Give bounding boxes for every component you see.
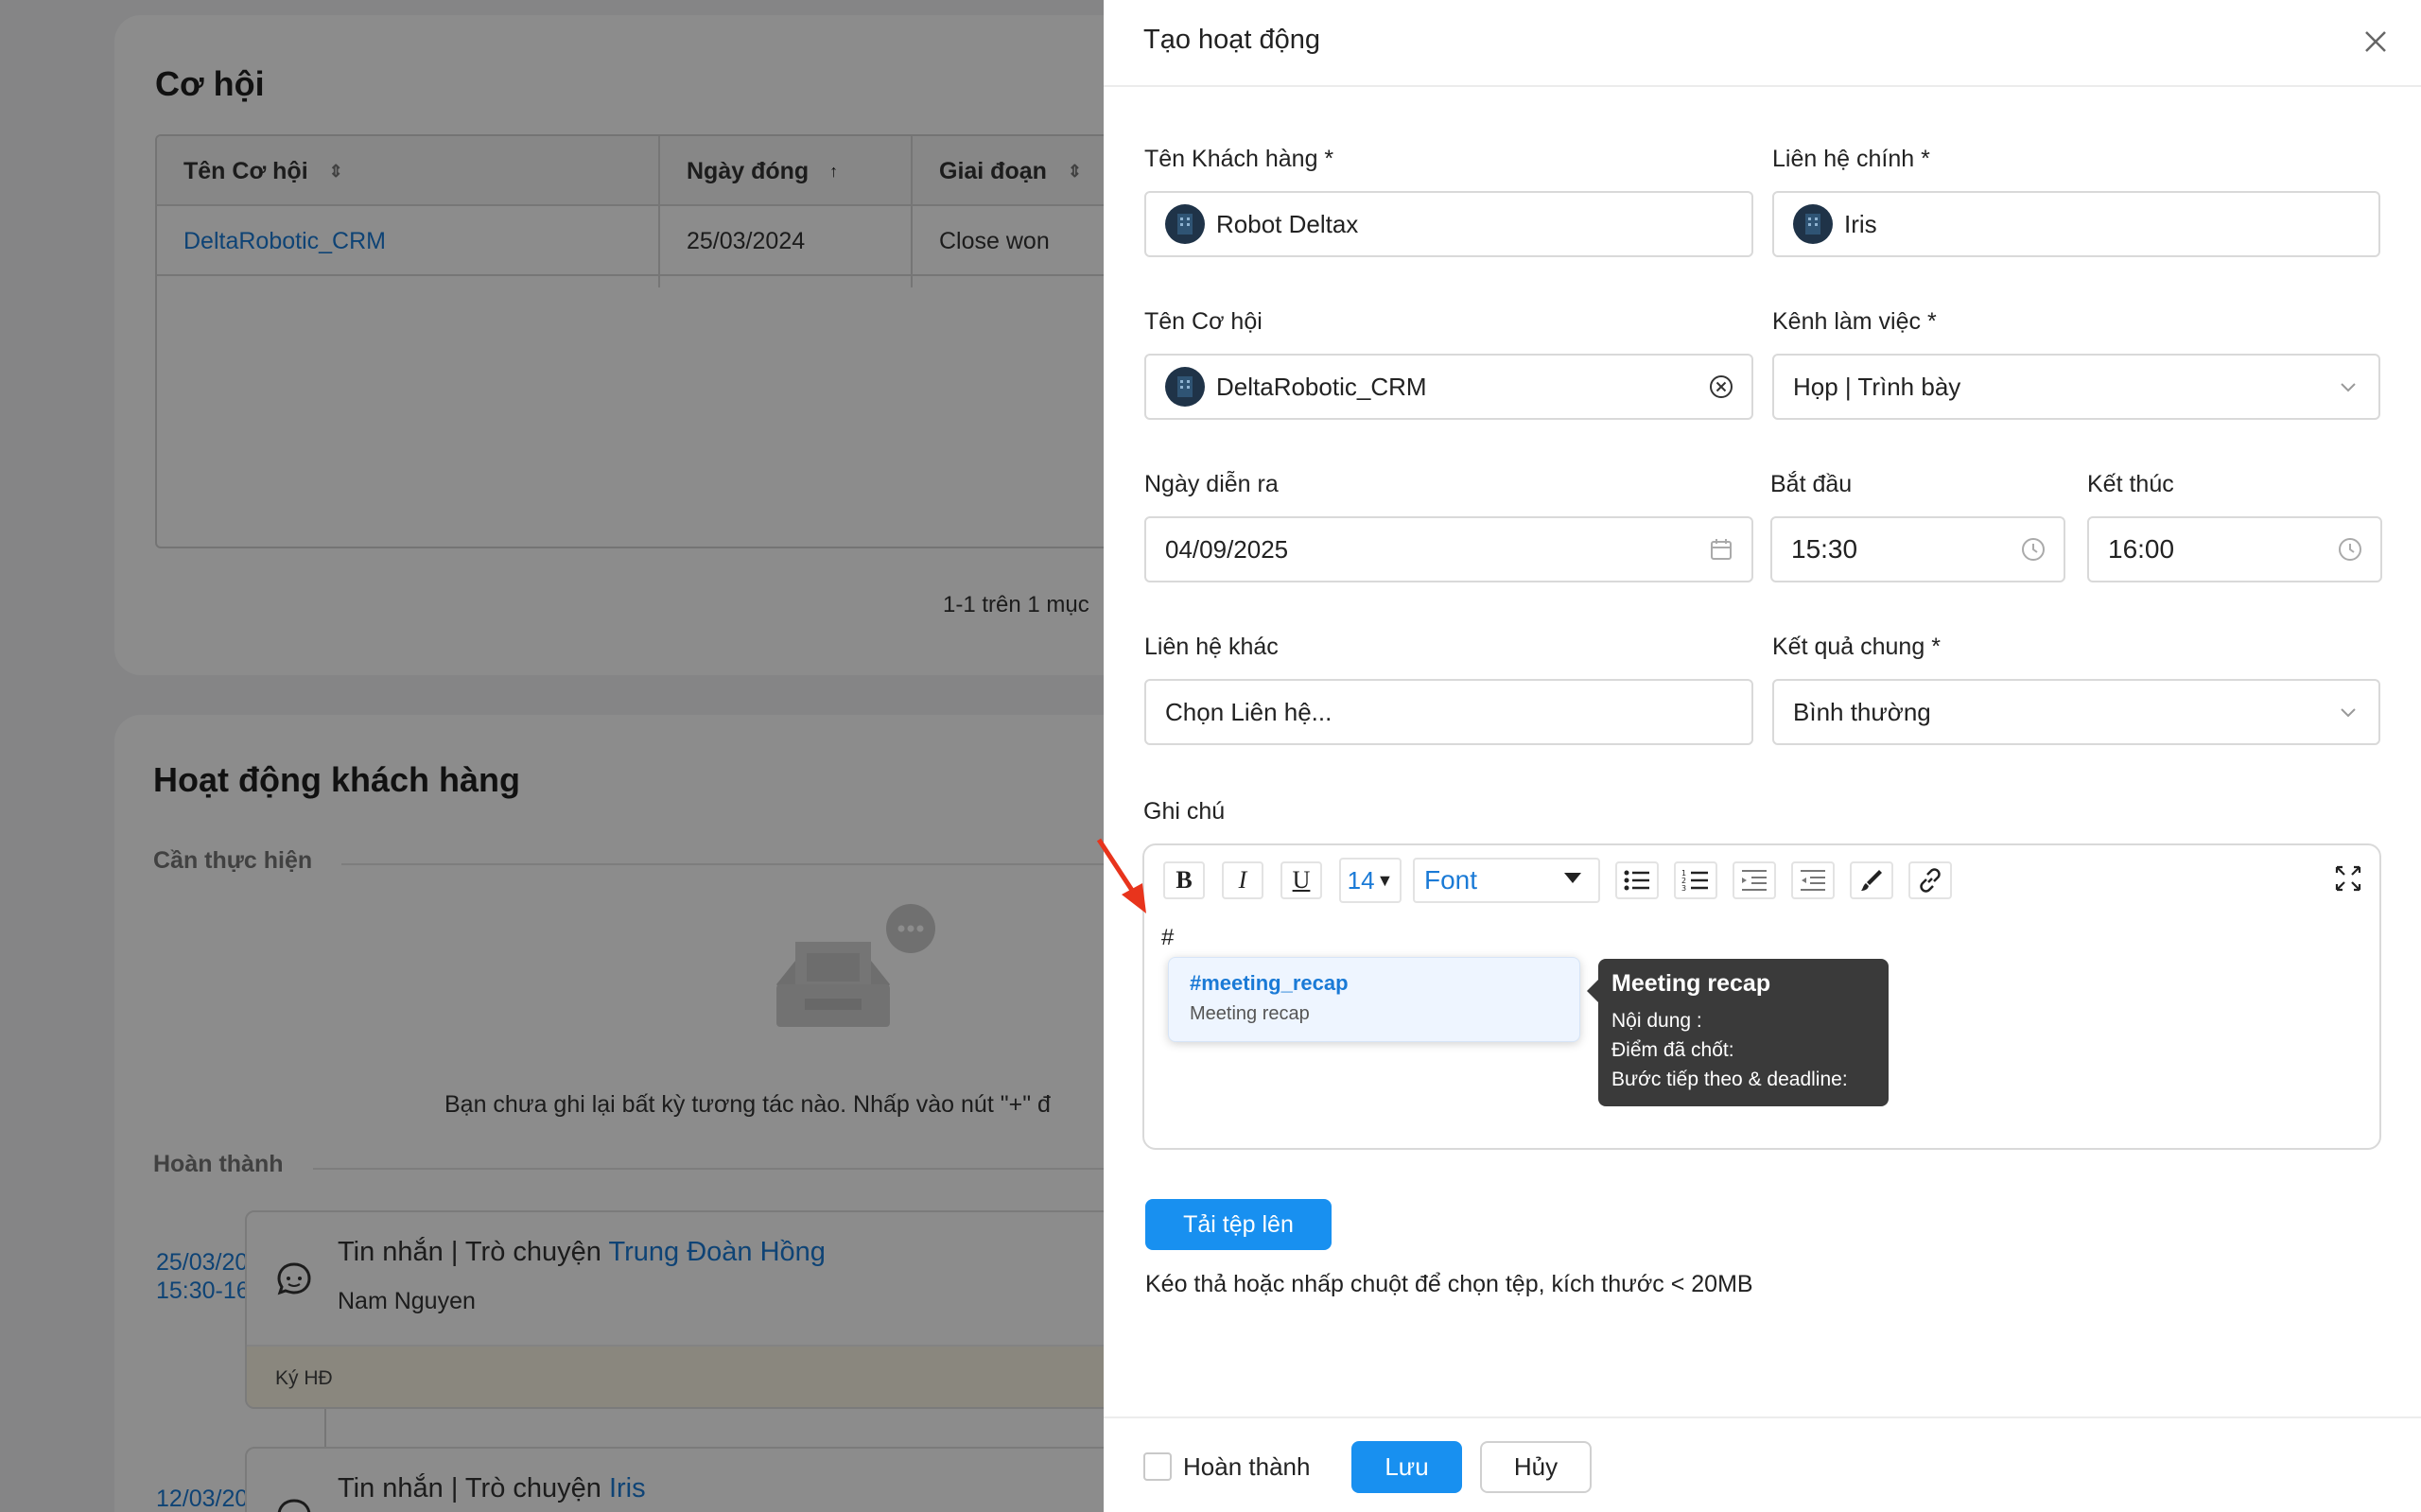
tooltip-line: Điểm đã chốt:	[1611, 1039, 1734, 1061]
italic-button[interactable]: I	[1222, 861, 1263, 899]
customer-field[interactable]: Robot Deltax	[1144, 191, 1753, 257]
brush-icon	[1861, 870, 1882, 891]
end-time-label: Kết thúc	[2087, 471, 2174, 497]
drawer-header: Tạo hoạt động	[1104, 0, 2421, 87]
annotation-arrow-icon	[1096, 838, 1146, 913]
opportunity-field[interactable]: DeltaRobotic_CRM	[1144, 354, 1753, 420]
close-icon[interactable]	[2357, 23, 2395, 61]
complete-checkbox[interactable]	[1143, 1452, 1172, 1481]
chevron-down-icon	[2341, 383, 2356, 392]
template-preview-tooltip: Meeting recap Nội dung : Điểm đã chốt: B…	[1587, 959, 1889, 1106]
bold-button[interactable]: B	[1163, 861, 1205, 899]
other-contact-label: Liên hệ khác	[1144, 634, 1279, 660]
link-icon	[1920, 868, 1941, 893]
underline-button[interactable]: U	[1280, 861, 1322, 899]
end-time-picker[interactable]: 16:00	[2087, 516, 2382, 582]
font-family-select[interactable]: Font	[1413, 858, 1600, 903]
date-label: Ngày diễn ra	[1144, 471, 1279, 497]
clock-icon[interactable]	[2020, 536, 2047, 563]
drawer-footer: Hoàn thành Lưu Hủy	[1104, 1416, 2421, 1512]
tooltip-line: Nội dung :	[1611, 1010, 1702, 1032]
template-suggestion-item[interactable]: #meeting_recap Meeting recap	[1168, 957, 1580, 1042]
text-color-button[interactable]	[1850, 861, 1893, 899]
channel-select[interactable]: Họp | Trình bày	[1772, 354, 2380, 420]
cancel-button[interactable]: Hủy	[1480, 1441, 1592, 1493]
upload-hint: Kéo thả hoặc nhấp chuột để chọn tệp, kíc…	[1145, 1271, 1753, 1297]
clock-icon[interactable]	[2337, 536, 2363, 563]
outdent-button[interactable]	[1733, 861, 1776, 899]
tooltip-title: Meeting recap	[1611, 970, 1771, 997]
customer-label: Tên Khách hàng *	[1144, 146, 1334, 172]
date-picker[interactable]: 04/09/2025	[1144, 516, 1753, 582]
upload-button[interactable]: Tải tệp lên	[1145, 1199, 1332, 1250]
other-contact-select[interactable]: Chọn Liên hệ...	[1144, 679, 1753, 745]
svg-text:3: 3	[1681, 884, 1686, 893]
complete-label[interactable]: Hoàn thành	[1183, 1452, 1310, 1482]
start-time-picker[interactable]: 15:30	[1770, 516, 2065, 582]
calendar-icon[interactable]	[1708, 536, 1734, 563]
bullet-list-button[interactable]	[1615, 861, 1659, 899]
opportunity-avatar	[1165, 367, 1205, 407]
result-select[interactable]: Bình thường	[1772, 679, 2380, 745]
channel-label: Kênh làm việc *	[1772, 308, 1937, 335]
indent-icon	[1801, 870, 1825, 891]
notes-label: Ghi chú	[1143, 798, 1226, 825]
result-label: Kết quả chung *	[1772, 634, 1941, 660]
editor-toolbar: B I U 14 ▼ Font 123	[1163, 857, 1967, 904]
contact-avatar	[1793, 204, 1833, 244]
save-button[interactable]: Lưu	[1351, 1441, 1462, 1493]
create-activity-drawer: Tạo hoạt động Tên Khách hàng * Robot Del…	[1104, 0, 2421, 1512]
numbered-list-icon: 123	[1681, 869, 1708, 893]
numbered-list-button[interactable]: 123	[1674, 861, 1717, 899]
suggestion-description: Meeting recap	[1190, 1003, 1310, 1024]
suggestion-tag: #meeting_recap	[1190, 971, 1349, 995]
editor-content: #	[1161, 925, 1175, 950]
expand-icon[interactable]	[2334, 864, 2362, 893]
link-button[interactable]	[1908, 861, 1952, 899]
font-size-select[interactable]: 14 ▼	[1339, 858, 1402, 903]
opportunity-label: Tên Cơ hội	[1144, 308, 1263, 335]
company-avatar	[1165, 204, 1205, 244]
drawer-title: Tạo hoạt động	[1143, 25, 1321, 55]
outdent-icon	[1742, 870, 1767, 891]
indent-button[interactable]	[1791, 861, 1835, 899]
chevron-down-icon	[2341, 708, 2356, 718]
clear-icon[interactable]	[1708, 374, 1734, 400]
main-contact-field[interactable]: Iris	[1772, 191, 2380, 257]
main-contact-label: Liên hệ chính *	[1772, 146, 1930, 172]
start-time-label: Bắt đầu	[1770, 471, 1853, 497]
bullet-list-icon	[1624, 870, 1649, 891]
tooltip-line: Bước tiếp theo & deadline:	[1611, 1069, 1848, 1090]
